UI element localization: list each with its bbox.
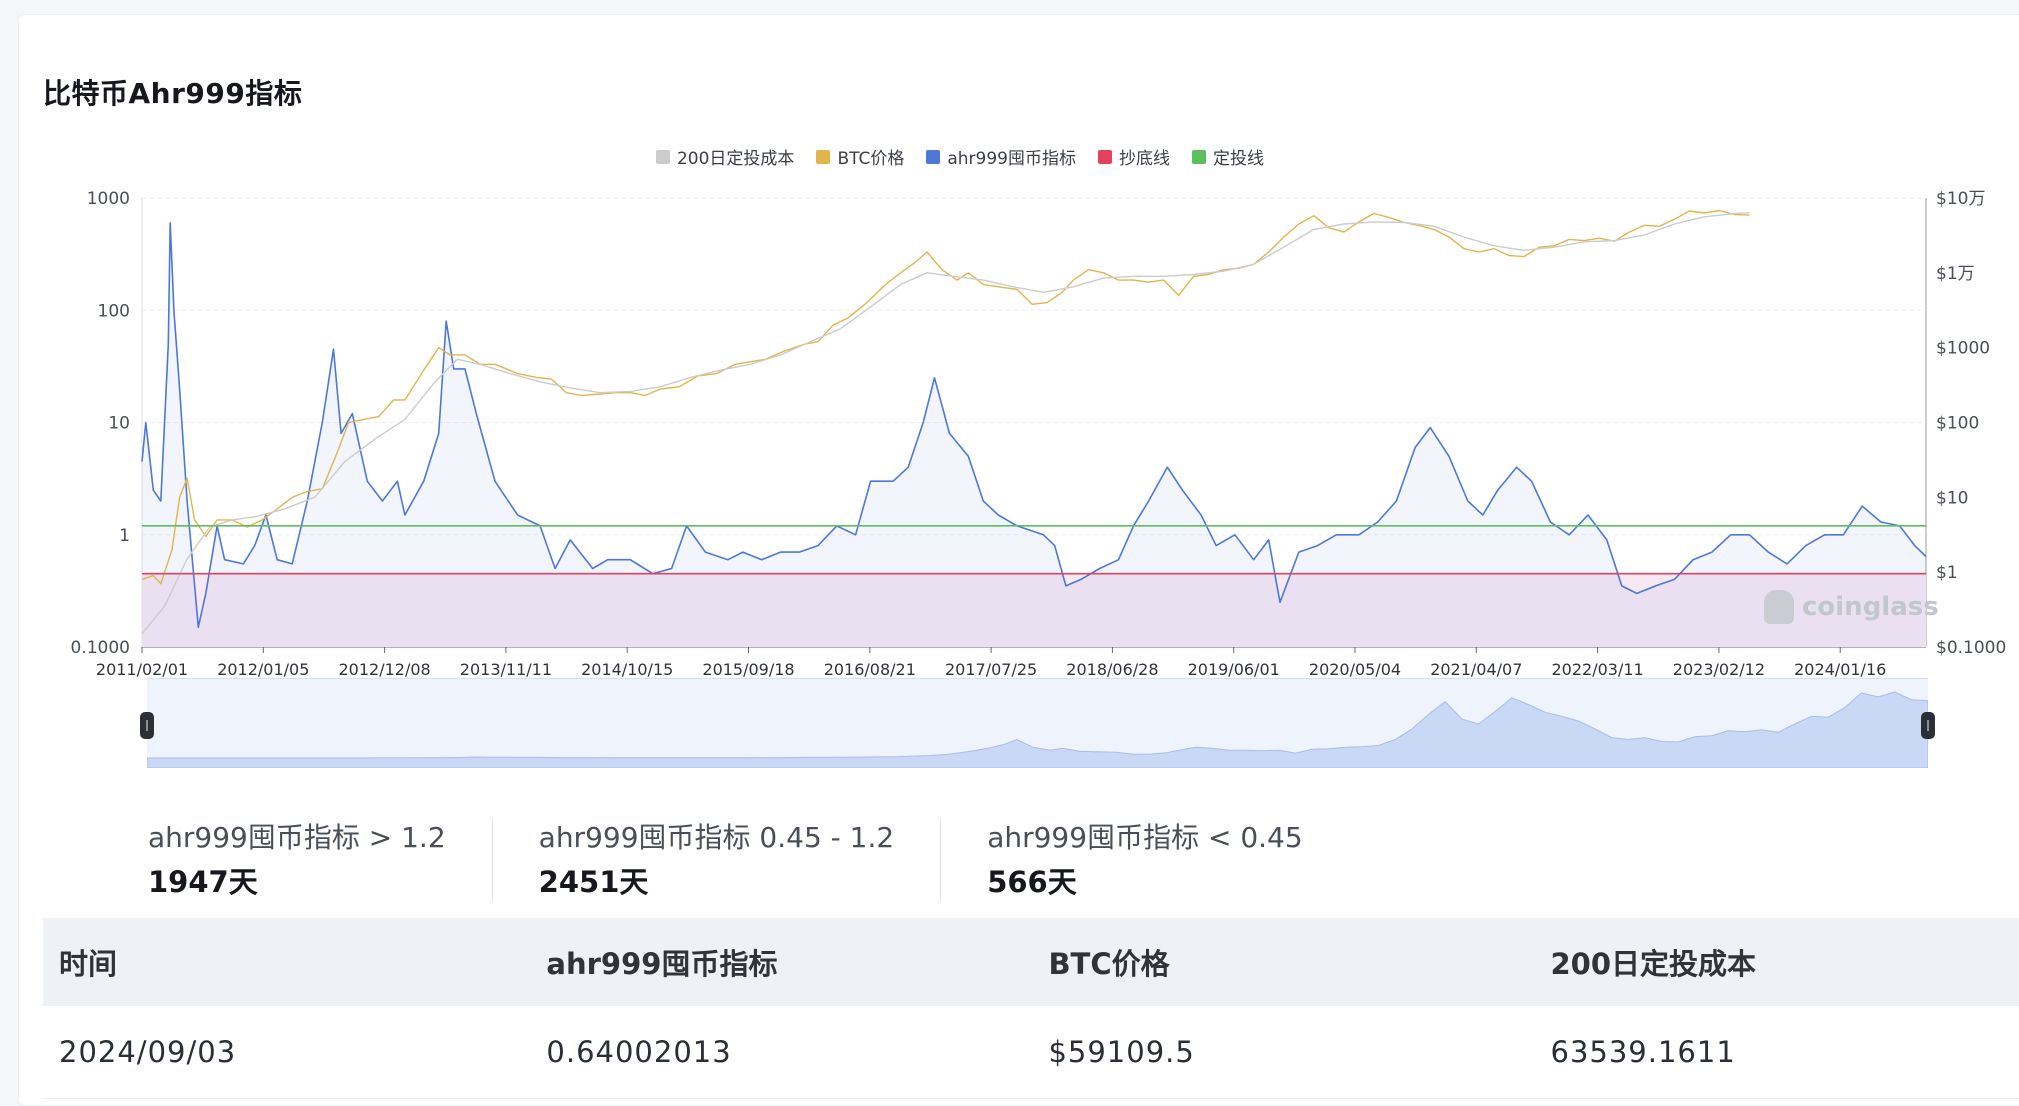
y-tick-label-right: $1万 <box>1936 264 1975 284</box>
x-tick-label: 2014/10/15 <box>581 660 673 679</box>
cell-btc-price: $59109.5 <box>1048 1035 1195 1069</box>
x-tick-label: 2024/01/16 <box>1794 660 1886 679</box>
y-tick-label-left: 1000 <box>87 189 130 209</box>
stat-label: ahr999囤币指标 < 0.45 <box>987 821 1303 854</box>
ahr999-chart[interactable]: 1000 100 10 1 0.1000 $10万 $1万 $1000 $100 $10 $1 $0.… <box>0 0 2019 680</box>
y-tick-label-right: $10万 <box>1936 189 1985 209</box>
y-tick-label-right: $0.1000 <box>1936 638 2006 658</box>
y-tick-label-right: $10 <box>1936 488 1968 508</box>
cell-dca-cost: 63539.1611 <box>1550 1035 1736 1069</box>
y-tick-label-left: 1 <box>119 526 130 546</box>
table-header: 时间 ahr999囤币指标 BTC价格 200日定投成本 <box>43 918 2019 1006</box>
stat-between: ahr999囤币指标 0.45 - 1.2 2451天 <box>539 818 942 902</box>
y-tick-label-right: $1 <box>1936 563 1958 583</box>
header-dca-cost: 200日定投成本 <box>1550 947 1757 981</box>
stat-label: ahr999囤币指标 > 1.2 <box>148 821 446 854</box>
header-btc-price: BTC价格 <box>1048 947 1170 981</box>
header-time: 时间 <box>59 947 118 981</box>
coinglass-watermark: coinglass <box>1764 590 1939 624</box>
zoom-handle-left[interactable] <box>140 712 154 739</box>
stats-row: ahr999囤币指标 > 1.2 1947天 ahr999囤币指标 0.45 -… <box>148 818 1395 902</box>
header-ahr999: ahr999囤币指标 <box>546 947 778 981</box>
y-tick-label-left: 100 <box>98 301 130 321</box>
coinglass-logo-icon <box>1764 590 1794 624</box>
stat-below-0-45: ahr999囤币指标 < 0.45 566天 <box>987 818 1348 902</box>
y-tick-label-left: 10 <box>108 414 130 434</box>
zoom-slider[interactable] <box>147 678 1928 768</box>
stat-above-1-2: ahr999囤币指标 > 1.2 1947天 <box>148 818 493 902</box>
y-tick-label-right: $100 <box>1936 414 1979 434</box>
x-tick-label: 2022/03/11 <box>1551 660 1643 679</box>
stat-value: 1947天 <box>148 865 258 899</box>
zoom-handle-right[interactable] <box>1921 712 1935 739</box>
slider-preview <box>147 691 1928 768</box>
x-tick-label: 2021/04/07 <box>1430 660 1522 679</box>
y-tick-label-right: $1000 <box>1936 339 1990 359</box>
x-tick-label: 2018/06/28 <box>1066 660 1158 679</box>
x-tick-label: 2023/02/12 <box>1673 660 1765 679</box>
x-tick-label: 2013/11/11 <box>460 660 552 679</box>
x-tick-label: 2020/05/04 <box>1309 660 1401 679</box>
cell-ahr999: 0.64002013 <box>546 1035 732 1069</box>
x-tick-label: 2011/02/01 <box>96 660 188 679</box>
x-tick-label: 2017/07/25 <box>945 660 1037 679</box>
watermark-text: coinglass <box>1802 592 1939 622</box>
stat-value: 2451天 <box>538 865 649 899</box>
x-tick-label: 2019/06/01 <box>1188 660 1280 679</box>
x-tick-label: 2012/12/08 <box>338 660 430 679</box>
y-tick-label-left: 0.1000 <box>71 638 130 658</box>
x-tick-label: 2012/01/05 <box>217 660 309 679</box>
x-tick-label: 2015/09/18 <box>702 660 794 679</box>
stat-label: ahr999囤币指标 0.45 - 1.2 <box>538 821 895 854</box>
slider-preview-area <box>147 691 1928 768</box>
table-row: 2024/09/03 0.64002013 $59109.5 63539.161… <box>43 1006 2019 1099</box>
x-tick-label: 2016/08/21 <box>824 660 916 679</box>
data-table: 时间 ahr999囤币指标 BTC价格 200日定投成本 2024/09/03 … <box>43 918 2019 1099</box>
cell-time: 2024/09/03 <box>59 1035 237 1069</box>
stat-value: 566天 <box>987 865 1077 899</box>
